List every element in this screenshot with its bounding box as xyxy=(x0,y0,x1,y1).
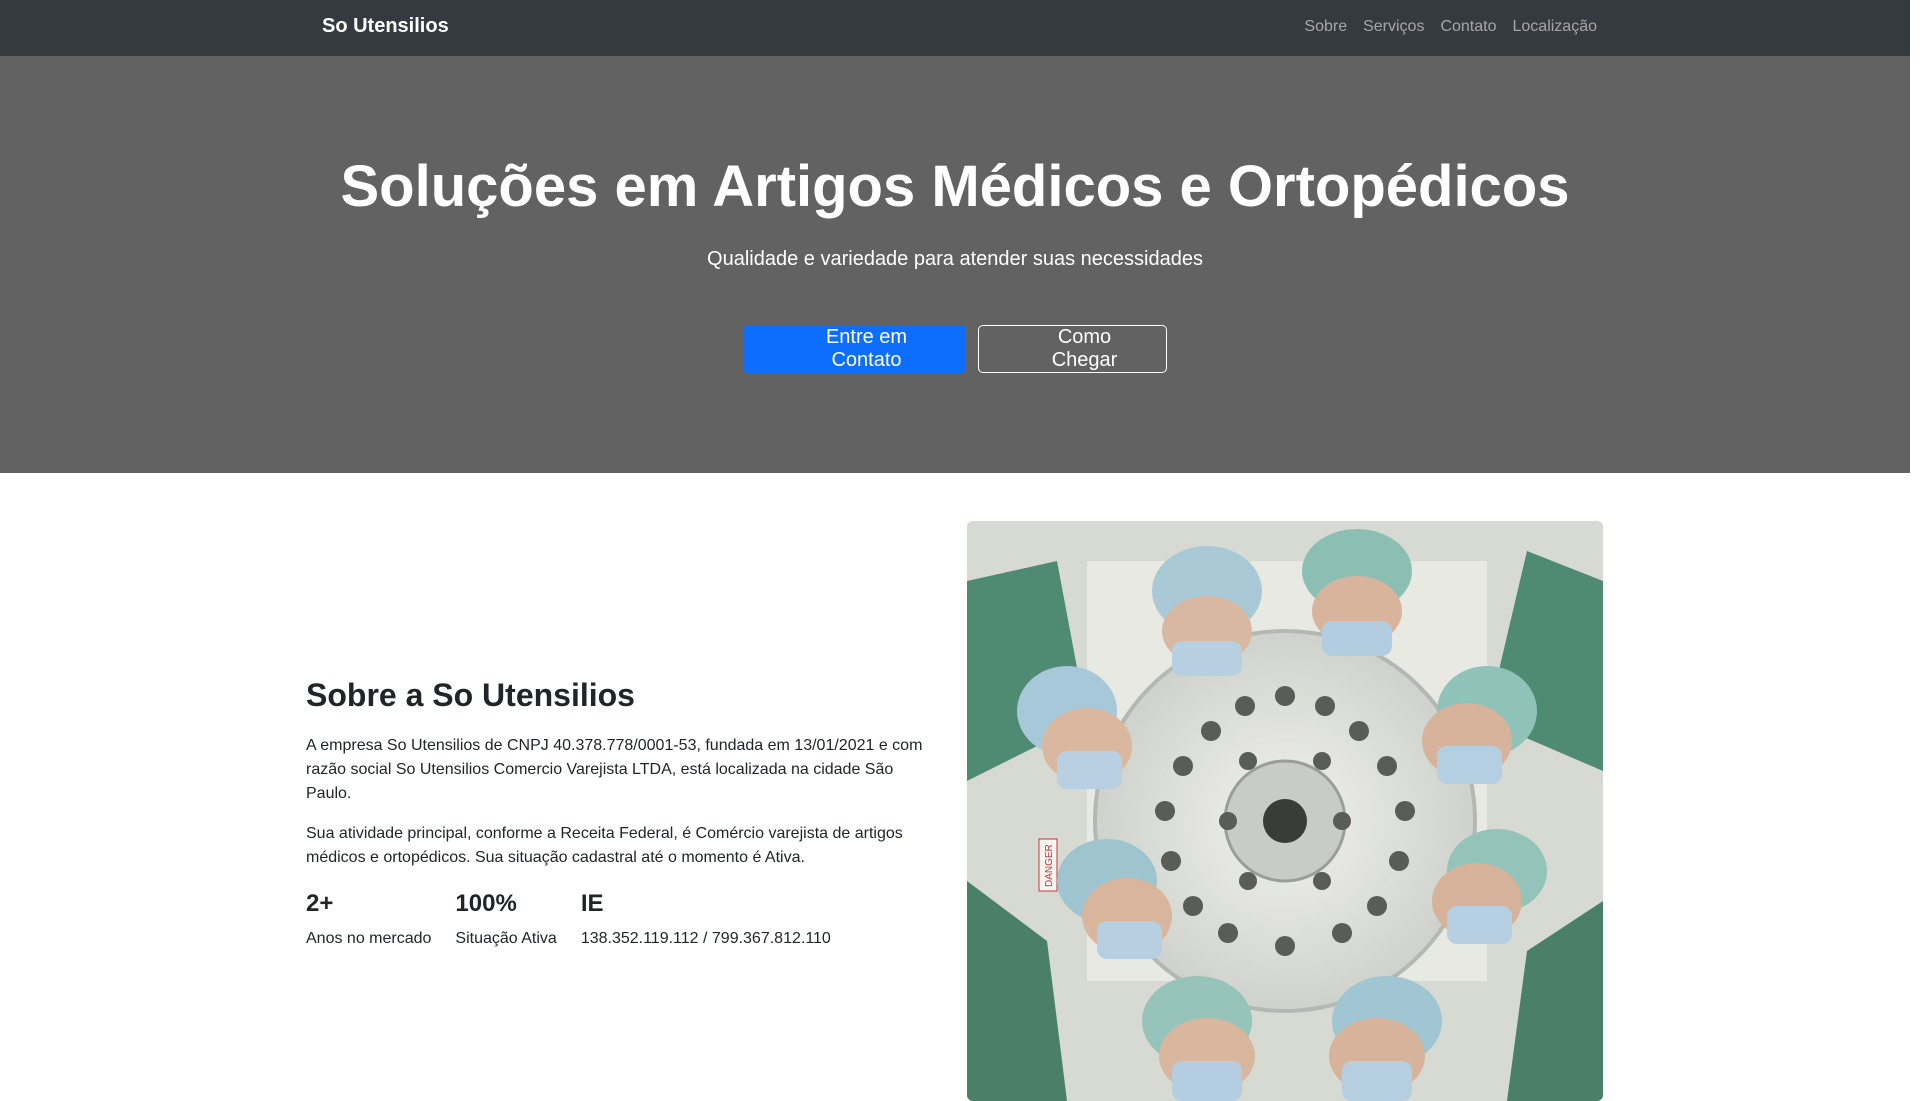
directions-button[interactable]: Como Chegar xyxy=(978,325,1167,373)
contact-button[interactable]: Entre em Contato xyxy=(743,325,966,373)
stat-ie: IE 138.352.119.112 / 799.367.812.110 xyxy=(581,890,831,951)
surgeons-photo: DANGER xyxy=(967,521,1603,1101)
stats-row: 2+ Anos no mercado 100% Situação Ativa I… xyxy=(306,890,926,951)
stat-years: 2+ Anos no mercado xyxy=(306,890,431,951)
about-paragraph-1: A empresa So Utensilios de CNPJ 40.378.7… xyxy=(306,737,923,803)
nav-link-sobre[interactable]: Sobre xyxy=(1304,18,1347,36)
brand-link[interactable]: So Utensilios xyxy=(322,15,449,38)
nav-link-localizacao[interactable]: Localização xyxy=(1513,18,1598,36)
stat-value: 100% xyxy=(455,890,517,918)
stat-label: 138.352.119.112 / 799.367.812.110 xyxy=(580,930,831,948)
contact-button-label: Entre em Contato xyxy=(825,326,908,371)
surgeons-illustration: DANGER xyxy=(967,521,1603,1101)
nav-links: Sobre Serviços Contato Localização xyxy=(1304,18,1597,36)
lamp-center xyxy=(1263,799,1307,843)
about-paragraph-2: Sua atividade principal, conforme a Rece… xyxy=(306,825,903,867)
about-section: Sobre a So Utensilios A empresa So Utens… xyxy=(306,676,926,951)
hero-title: Soluções em Artigos Médicos e Ortopédico… xyxy=(340,154,1570,219)
stat-status: 100% Situação Ativa xyxy=(455,890,556,951)
nav-link-contato[interactable]: Contato xyxy=(1440,18,1496,36)
hero-buttons: Entre em Contato Como Chegar xyxy=(0,325,1910,373)
hero-section: Soluções em Artigos Médicos e Ortopédico… xyxy=(0,56,1910,473)
stat-value: 2+ xyxy=(306,890,334,918)
nav-link-servicos[interactable]: Serviços xyxy=(1363,18,1424,36)
hero-subtitle: Qualidade e variedade para atender suas … xyxy=(707,248,1203,270)
danger-sticker-text: DANGER xyxy=(1044,844,1055,887)
about-title: Sobre a So Utensilios xyxy=(306,677,635,713)
directions-button-label: Como Chegar xyxy=(1051,326,1118,371)
stat-value: IE xyxy=(580,890,604,918)
stat-label: Situação Ativa xyxy=(455,930,557,948)
stat-label: Anos no mercado xyxy=(306,930,432,948)
top-navbar: So Utensilios Sobre Serviços Contato Loc… xyxy=(0,0,1910,56)
